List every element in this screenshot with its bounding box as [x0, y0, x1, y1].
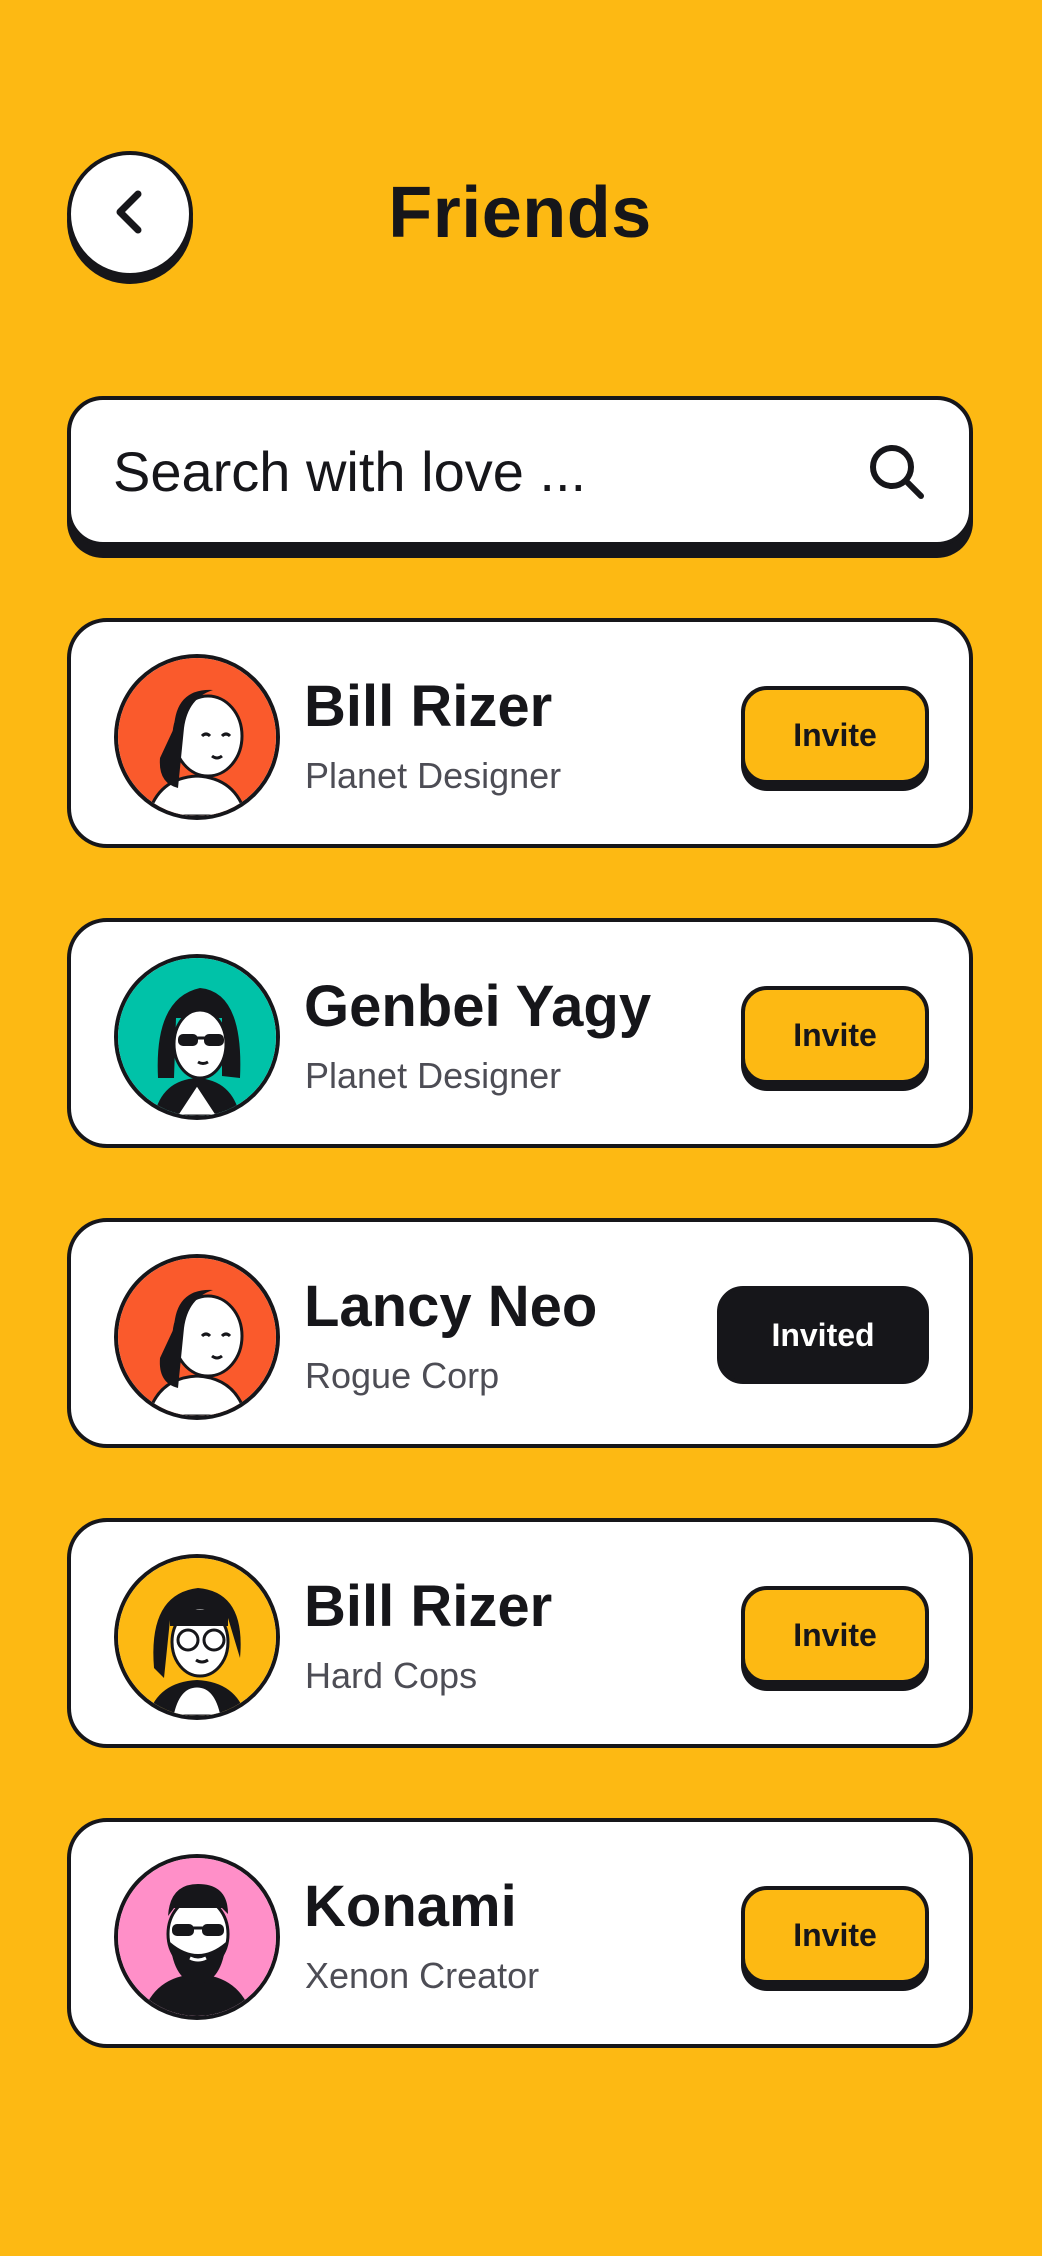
search-bar [67, 396, 973, 546]
friend-card: Genbei Yagy Planet Designer Invite [67, 918, 973, 1148]
friend-card: Bill Rizer Hard Cops Invite [67, 1518, 973, 1748]
chevron-left-icon [100, 182, 160, 247]
friend-name: Lancy Neo [304, 1274, 598, 1339]
friend-card: Bill Rizer Planet Designer Invite [67, 618, 973, 848]
friend-name: Genbei Yagy [304, 974, 652, 1039]
friend-role: Planet Designer [305, 755, 562, 796]
avatar [114, 954, 280, 1120]
friend-name: Konami [304, 1874, 517, 1939]
friend-name: Bill Rizer [304, 1574, 553, 1639]
friend-role: Hard Cops [305, 1655, 478, 1696]
avatar [114, 654, 280, 820]
friend-role: Rogue Corp [305, 1355, 500, 1396]
avatar [114, 1254, 280, 1420]
invite-button[interactable]: Invite [741, 686, 929, 784]
woman-braid-avatar-icon [118, 1258, 276, 1416]
invite-button[interactable]: Invite [741, 1586, 929, 1684]
avatar [114, 1554, 280, 1720]
invite-button[interactable]: Invite [741, 1886, 929, 1984]
avatar [114, 1854, 280, 2020]
invited-button[interactable]: Invited [717, 1286, 929, 1384]
search-input[interactable] [113, 438, 833, 504]
sunglasses-woman-avatar-icon [118, 958, 276, 1116]
friend-role: Xenon Creator [305, 1955, 540, 1996]
page-title: Friends [388, 173, 652, 253]
friend-role: Planet Designer [305, 1055, 562, 1096]
bearded-man-avatar-icon [118, 1858, 276, 2016]
search-icon[interactable] [865, 440, 929, 509]
friend-name: Bill Rizer [304, 674, 553, 739]
invite-button[interactable]: Invite [741, 986, 929, 1084]
back-button[interactable] [67, 151, 193, 277]
friend-card: Konami Xenon Creator Invite [67, 1818, 973, 2048]
friend-card: Lancy Neo Rogue Corp Invited [67, 1218, 973, 1448]
woman-braid-avatar-icon [118, 658, 276, 816]
glasses-woman-avatar-icon [118, 1558, 276, 1716]
